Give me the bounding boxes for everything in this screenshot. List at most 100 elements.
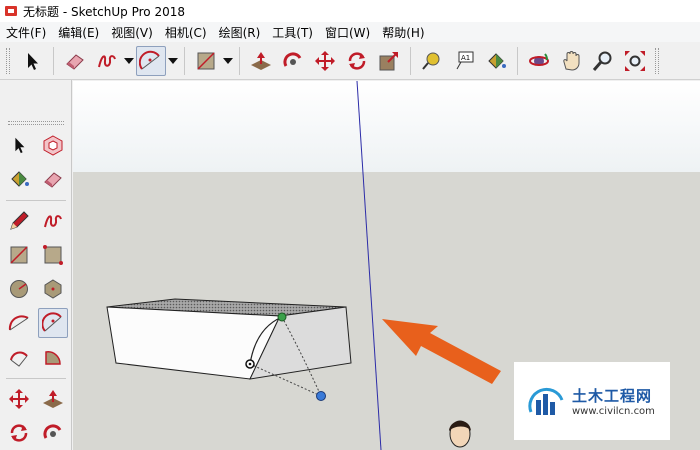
freehand-tool-button[interactable]	[92, 46, 122, 76]
freehand-icon	[44, 215, 62, 228]
pie-tool-button[interactable]	[38, 342, 68, 372]
chevron-down-icon	[124, 57, 134, 64]
push-pull-icon	[251, 51, 271, 70]
paint-bucket-tool-button[interactable]	[4, 164, 34, 194]
push-pull-icon	[43, 390, 63, 408]
move-icon	[315, 50, 335, 71]
zoom-extents-tool-button[interactable]	[620, 46, 650, 76]
follow-me-tool-button[interactable]	[38, 418, 68, 448]
top-toolbar: A1	[0, 42, 700, 80]
polygon-tool-button[interactable]	[38, 274, 68, 304]
select-icon	[15, 137, 25, 154]
eraser-tool-button[interactable]	[60, 46, 90, 76]
follow-me-icon	[43, 424, 62, 439]
menu-view[interactable]: 视图(V)	[105, 24, 159, 41]
follow-me-tool-button[interactable]	[278, 46, 308, 76]
arc-tool-button[interactable]	[4, 308, 34, 338]
rectangle-tool-button[interactable]	[191, 46, 221, 76]
paint-bucket-tool-button[interactable]	[481, 46, 511, 76]
arc-endpoint-marker[interactable]	[277, 312, 287, 322]
select-tool-button[interactable]	[4, 130, 34, 160]
rotated-rectangle-tool-button[interactable]	[38, 240, 68, 270]
polygon-icon	[44, 279, 62, 299]
move-tool-button[interactable]	[4, 384, 34, 414]
scale-icon	[379, 51, 398, 70]
chevron-down-icon	[223, 57, 233, 64]
pie-icon	[45, 351, 61, 365]
text-tool-button[interactable]: A1	[449, 46, 479, 76]
freehand-tool-button[interactable]	[38, 206, 68, 236]
blue-axis-line	[356, 81, 382, 450]
paint-bucket-icon	[11, 171, 29, 187]
toolbar-separator	[6, 200, 66, 201]
make-component-button[interactable]	[38, 130, 68, 160]
arc-icon	[139, 50, 160, 70]
toolbar-separator	[184, 46, 185, 75]
tape-measure-tool-button[interactable]	[417, 46, 447, 76]
rotate-icon	[348, 51, 366, 70]
select-icon	[28, 52, 38, 70]
zoom-tool-button[interactable]	[588, 46, 618, 76]
zoom-extents-icon	[625, 50, 645, 71]
arc-startpoint-dot	[248, 362, 252, 366]
three-point-arc-tool-button[interactable]	[4, 342, 34, 372]
toolbar-separator	[239, 46, 240, 75]
circle-icon	[10, 280, 28, 298]
rectangle-dropdown[interactable]	[222, 46, 234, 76]
line-tool-button[interactable]	[4, 206, 34, 236]
pan-tool-button[interactable]	[556, 46, 586, 76]
menu-draw[interactable]: 绘图(R)	[213, 24, 267, 41]
watermark-logo: 土木工程网 www.civilcn.com	[514, 362, 670, 440]
circle-tool-button[interactable]	[4, 274, 34, 304]
menu-help[interactable]: 帮助(H)	[376, 24, 430, 41]
rotate-tool-button[interactable]	[342, 46, 372, 76]
toolbar-grip[interactable]	[8, 121, 64, 125]
scale-figure[interactable]	[449, 420, 471, 448]
arc-icon	[42, 312, 62, 332]
freehand-dropdown[interactable]	[123, 46, 135, 76]
zoom-icon	[592, 51, 612, 71]
arc-icon	[10, 351, 28, 367]
svg-text:A1: A1	[461, 54, 470, 62]
tape-measure-icon	[422, 52, 440, 70]
two-point-arc-tool-button[interactable]	[38, 308, 68, 338]
arc-bulge-marker[interactable]	[316, 391, 326, 401]
box-front-face[interactable]	[106, 306, 281, 380]
pan-icon	[563, 50, 580, 71]
rectangle-icon	[10, 246, 28, 264]
menu-tools[interactable]: 工具(T)	[266, 24, 319, 41]
eraser-tool-button[interactable]	[38, 164, 68, 194]
move-tool-button[interactable]	[310, 46, 340, 76]
arc-tool-button[interactable]	[136, 45, 166, 76]
annotation-arrow	[382, 319, 501, 384]
rectangle-tool-button[interactable]	[4, 240, 34, 270]
push-pull-tool-button[interactable]	[38, 384, 68, 414]
menu-camera[interactable]: 相机(C)	[159, 24, 213, 41]
window-title: 无标题 - SketchUp Pro 2018	[23, 4, 185, 19]
menu-window[interactable]: 窗口(W)	[319, 24, 376, 41]
menu-file[interactable]: 文件(F)	[0, 24, 52, 41]
text-icon: A1	[456, 51, 474, 69]
toolbar-grip[interactable]	[655, 47, 659, 74]
scale-tool-button[interactable]	[374, 46, 404, 76]
left-toolbar	[0, 80, 72, 450]
orbit-tool-button[interactable]	[524, 46, 554, 76]
toolbar-separator	[53, 46, 54, 75]
select-tool-button[interactable]	[17, 46, 47, 76]
follow-me-icon	[283, 51, 302, 67]
watermark-title: 土木工程网	[572, 387, 653, 405]
arc-dropdown[interactable]	[167, 46, 179, 76]
chevron-down-icon	[168, 57, 178, 64]
push-pull-tool-button[interactable]	[246, 46, 276, 76]
toolbar-grip[interactable]	[6, 47, 10, 74]
rotate-tool-button[interactable]	[4, 418, 34, 448]
toolbar-separator	[517, 46, 518, 75]
toolbar-separator	[6, 378, 66, 379]
sketchup-logo-icon	[5, 6, 17, 16]
arc-icon	[8, 315, 29, 331]
move-icon	[9, 389, 29, 409]
toolbar-separator	[410, 46, 411, 75]
menu-edit[interactable]: 编辑(E)	[52, 24, 105, 41]
rotate-icon	[10, 424, 28, 442]
menu-bar: 文件(F) 编辑(E) 视图(V) 相机(C) 绘图(R) 工具(T) 窗口(W…	[0, 22, 700, 42]
